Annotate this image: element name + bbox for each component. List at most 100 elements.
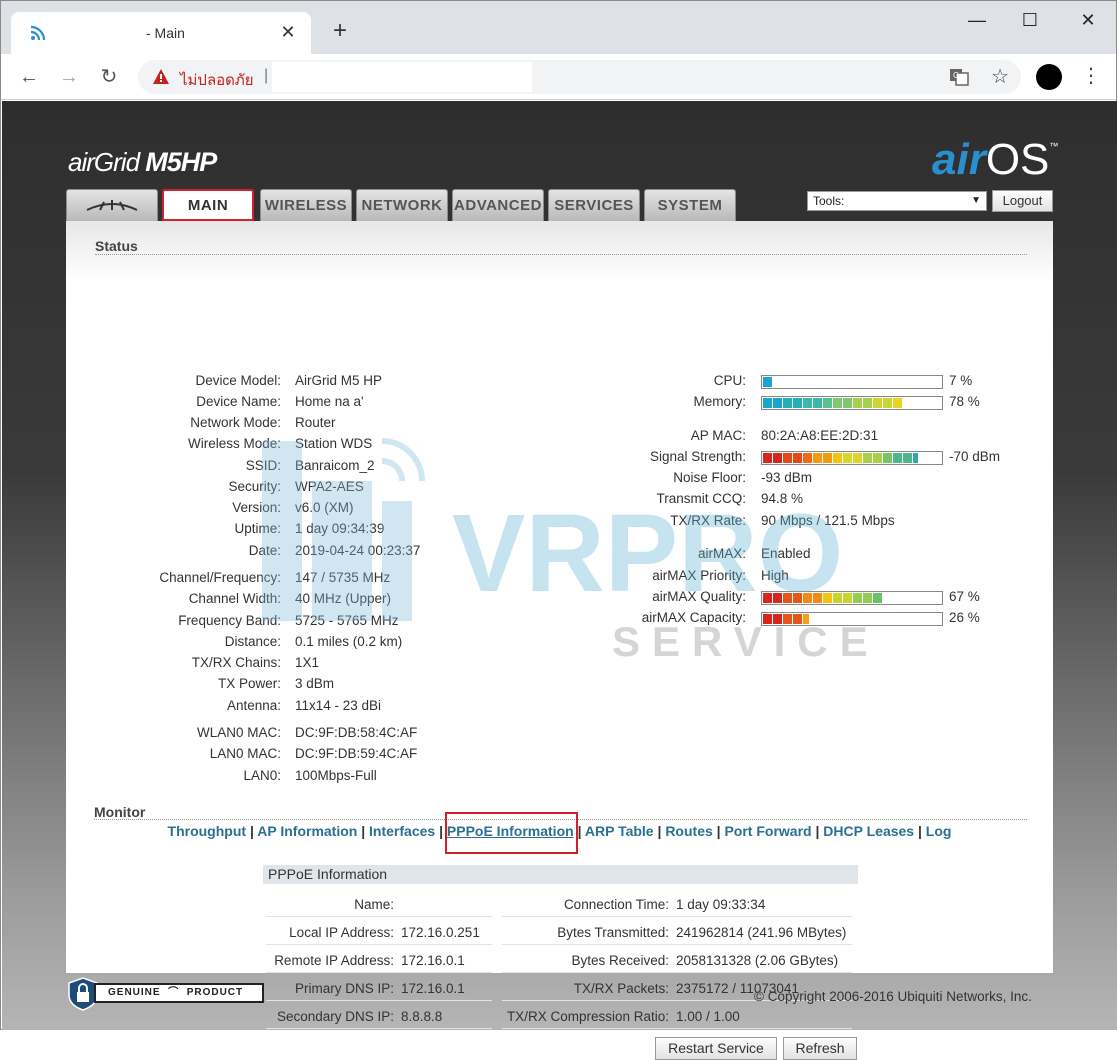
pppoe-secondary-dns-ip-value: 8.8.8.8 [401,1009,443,1024]
monitor-link-interfaces[interactable]: Interfaces [369,823,435,839]
link-separator: | [653,823,666,839]
bar-segment [813,398,822,408]
ap-mac-label: AP MAC: [690,428,746,443]
airmax-priority-value: High [761,568,789,583]
monitor-link-ap-information[interactable]: AP Information [257,823,357,839]
tab-advanced[interactable]: ADVANCED [452,189,544,221]
monitor-link-arp-table[interactable]: ARP Table [585,823,654,839]
wlan0-mac-label: WLAN0 MAC: [196,725,281,740]
lan0-mac-value: DC:9F:DB:59:4C:AF [295,746,418,761]
bar-segment [783,614,792,624]
minimize-button[interactable]: — [954,9,1000,39]
bar-segment [913,453,918,463]
airmax-label: airMAX: [697,546,746,561]
bar-segment [773,593,782,603]
bar-segment [803,614,809,624]
tab-network[interactable]: NETWORK [356,189,448,221]
pppoe-bytes-transmitted-value: 241962814 (241.96 MBytes) [676,925,847,940]
pppoe-secondary-dns-ip-label: Secondary DNS IP: [276,1009,394,1024]
bar-segment [903,453,912,463]
bar-segment [793,453,802,463]
pppoe-bytes-transmitted-label: Bytes Transmitted: [557,925,669,940]
bar-segment [883,398,892,408]
monitor-link-routes[interactable]: Routes [665,823,712,839]
bar-segment [893,398,902,408]
channel-width-value: 40 MHz (Upper) [295,591,392,606]
not-secure-label: ไม่ปลอดภัย [180,72,254,89]
pppoe-bytes-received-label: Bytes Received: [571,953,669,968]
pppoe-primary-dns-ip-label: Primary DNS IP: [294,981,394,996]
genuine-product-badge: GENUINE ⌒ PRODUCT [66,977,266,1011]
menu-kebab-icon[interactable]: ⋮ [1081,63,1101,88]
bar-segment [853,398,862,408]
browser-tab[interactable]: - Main ✕ [11,12,311,54]
tab-main[interactable]: MAIN [162,189,254,221]
forward-arrow-icon[interactable]: → [55,63,83,91]
monitor-link-log[interactable]: Log [926,823,952,839]
translate-icon[interactable]: G [949,67,969,87]
bar-segment [763,593,772,603]
monitor-link-port-forward[interactable]: Port Forward [724,823,811,839]
profile-avatar[interactable] [1036,64,1062,90]
tab-close-icon[interactable]: ✕ [277,21,299,43]
lan0-label: LAN0: [243,768,281,783]
monitor-link-throughput[interactable]: Throughput [168,823,247,839]
pppoe-tx-rx-compression-ratio-label: TX/RX Compression Ratio: [506,1009,669,1024]
security-label: Security: [228,479,281,494]
tab-services[interactable]: SERVICES [548,189,640,221]
bar-segment [823,593,832,603]
pppoe-tx-rx-compression-ratio-value: 1.00 / 1.00 [676,1009,740,1024]
ssid-label: SSID: [245,458,281,473]
wireless-mode-label: Wireless Mode: [187,436,281,451]
tools-select[interactable]: Tools: ▼ [807,191,987,211]
status-title: Status [95,238,138,254]
bar-segment [853,453,862,463]
bar-segment [833,593,842,603]
bar-segment [893,453,902,463]
page-viewport: airGrid M5HP airOS™ MAIN WIRELESS NETWOR… [2,101,1117,1060]
restart-service-button[interactable]: Restart Service [655,1037,777,1060]
pppoe-local-ip-address-label: Local IP Address: [289,925,394,940]
monitor-link-dhcp-leases[interactable]: DHCP Leases [823,823,914,839]
refresh-button[interactable]: Refresh [783,1037,857,1060]
window-close-button[interactable]: ✕ [1065,9,1111,39]
distance-label: Distance: [224,634,281,649]
browser-window: - Main ✕ + — ☐ ✕ ← → ↻ ไม่ปลอดภัย | G ☆ [0,0,1117,1060]
warning-triangle-icon [153,69,169,84]
distance-value: 0.1 miles (0.2 km) [295,634,403,649]
pppoe-bytes-received-value: 2058131328 (2.06 GBytes) [676,953,839,968]
tools-label: Tools: [813,194,845,208]
bookmark-star-icon[interactable]: ☆ [991,64,1009,89]
back-arrow-icon[interactable]: ← [15,63,43,91]
browser-toolbar: ← → ↻ ไม่ปลอดภัย | G ☆ ⋮ [1,54,1116,100]
device-model-value: AirGrid M5 HP [295,373,383,388]
bar-segment [843,453,852,463]
signal-strength-value: -70 dBm [949,449,1001,464]
copyright-text: © Copyright 2006-2016 Ubiquiti Networks,… [754,989,1032,1004]
bar-segment [853,593,862,603]
bar-segment [843,593,852,603]
new-tab-button[interactable]: + [326,18,354,46]
reload-icon[interactable]: ↻ [95,63,123,91]
airmax-quality-label: airMAX Quality: [652,589,746,604]
logout-button[interactable]: Logout [992,190,1053,212]
link-separator: | [914,823,926,839]
tab-wireless[interactable]: WIRELESS [260,189,352,221]
transmit-ccq-value: 94.8 % [761,491,804,506]
tab-ubnt-logo[interactable] [66,189,158,221]
url-field[interactable] [272,62,532,92]
dropdown-arrow-icon: ▼ [971,195,981,206]
status-divider [95,254,1027,255]
device-brand-logo: airGrid M5HP [68,147,217,177]
tx-rx-rate-value: 90 Mbps / 121.5 Mbps [761,513,895,528]
airmax-value: Enabled [761,546,811,561]
address-bar[interactable]: ไม่ปลอดภัย | G ☆ [138,60,1021,94]
cpu-value: 7 % [949,373,973,388]
bar-segment [803,593,812,603]
maximize-button[interactable]: ☐ [1007,9,1053,39]
bar-segment [773,398,782,408]
pppoe-connection-time-value: 1 day 09:33:34 [676,897,766,912]
bar-segment [873,593,882,603]
memory-bar [761,396,943,410]
tab-system[interactable]: SYSTEM [644,189,736,221]
